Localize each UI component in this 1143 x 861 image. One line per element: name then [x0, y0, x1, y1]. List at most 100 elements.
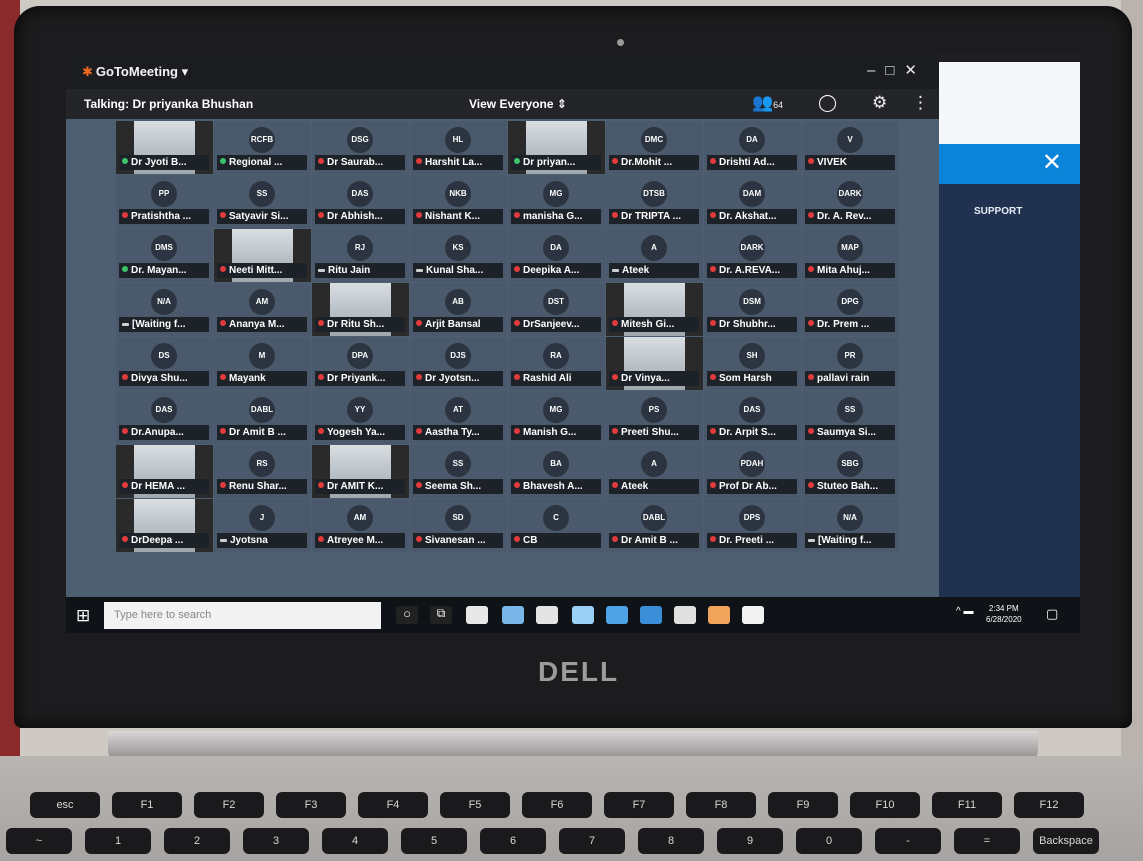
- participant-tile[interactable]: J Jyotsna: [214, 499, 311, 552]
- side-panel-close-icon[interactable]: ✕: [1042, 148, 1062, 177]
- participant-tile[interactable]: DABL Dr Amit B ...: [214, 391, 311, 444]
- participant-tile[interactable]: SS Satyavir Si...: [214, 175, 311, 228]
- participant-tile[interactable]: AM Atreyee M...: [312, 499, 409, 552]
- participant-tile[interactable]: DA Drishti Ad...: [704, 121, 801, 174]
- participant-avatar: DPA: [347, 343, 373, 369]
- participant-tile[interactable]: DMS Dr. Mayan...: [116, 229, 213, 282]
- task-view-icon[interactable]: ⧉: [430, 606, 452, 624]
- participant-tile[interactable]: Dr HEMA ...: [116, 445, 213, 498]
- cortana-icon[interactable]: ○: [396, 606, 418, 624]
- participant-tile[interactable]: Dr Jyoti B...: [116, 121, 213, 174]
- bag-icon[interactable]: [536, 606, 558, 624]
- participant-tile[interactable]: A Ateek: [606, 445, 703, 498]
- support-link[interactable]: SUPPORT: [974, 206, 1022, 217]
- participant-tile[interactable]: RS Renu Shar...: [214, 445, 311, 498]
- participant-tile[interactable]: DA Deepika A...: [508, 229, 605, 282]
- keyboard-key: 7: [559, 828, 625, 854]
- app-orange-icon[interactable]: [708, 606, 730, 624]
- participant-tile[interactable]: NKB Nishant K...: [410, 175, 507, 228]
- participant-tile[interactable]: SH Som Harsh: [704, 337, 801, 390]
- participant-tile[interactable]: MG manisha G...: [508, 175, 605, 228]
- maximize-icon[interactable]: □: [885, 62, 904, 79]
- participant-tile[interactable]: DARK Dr. A. Rev...: [802, 175, 899, 228]
- participant-tile[interactable]: DST DrSanjeev...: [508, 283, 605, 336]
- participant-tile[interactable]: RA Rashid Ali: [508, 337, 605, 390]
- participant-tile[interactable]: AB Arjit Bansal: [410, 283, 507, 336]
- participant-tile[interactable]: AT Aastha Ty...: [410, 391, 507, 444]
- close-icon[interactable]: ✕: [904, 62, 927, 79]
- participant-avatar: DABL: [641, 505, 667, 531]
- participant-tile[interactable]: PP Pratishtha ...: [116, 175, 213, 228]
- participant-tile[interactable]: DSG Dr Saurab...: [312, 121, 409, 174]
- taskbar-search-input[interactable]: Type here to search: [104, 602, 381, 629]
- participant-tile[interactable]: DPA Dr Priyank...: [312, 337, 409, 390]
- participant-tile[interactable]: DARK Dr. A.REVA...: [704, 229, 801, 282]
- participant-tile[interactable]: DAS Dr.Anupa...: [116, 391, 213, 444]
- participant-tile[interactable]: M Mayank: [214, 337, 311, 390]
- participant-tile[interactable]: DABL Dr Amit B ...: [606, 499, 703, 552]
- chat-icon[interactable]: ◯: [818, 93, 837, 113]
- attendees-button[interactable]: 👥64: [752, 93, 783, 113]
- notification-icon[interactable]: ▢: [1046, 606, 1068, 624]
- participant-tile[interactable]: MG Manish G...: [508, 391, 605, 444]
- store-icon[interactable]: [502, 606, 524, 624]
- participant-tile[interactable]: BA Bhavesh A...: [508, 445, 605, 498]
- participant-tile[interactable]: DAS Dr Abhish...: [312, 175, 409, 228]
- participant-tile[interactable]: HL Harshit La...: [410, 121, 507, 174]
- chrome-icon[interactable]: [674, 606, 696, 624]
- participant-tile[interactable]: RJ Ritu Jain: [312, 229, 409, 282]
- mail-icon[interactable]: [606, 606, 628, 624]
- participant-tile[interactable]: PS Preeti Shu...: [606, 391, 703, 444]
- participant-tile[interactable]: SS Seema Sh...: [410, 445, 507, 498]
- view-mode-label: View Everyone: [469, 97, 554, 111]
- view-mode-selector[interactable]: View Everyone ⇕: [469, 97, 567, 111]
- participant-tile[interactable]: DJS Dr Jyotsn...: [410, 337, 507, 390]
- participant-tile[interactable]: DPS Dr. Preeti ...: [704, 499, 801, 552]
- participant-tile[interactable]: RCFB Regional ...: [214, 121, 311, 174]
- participant-tile[interactable]: DAS Dr. Arpit S...: [704, 391, 801, 444]
- settings-gear-icon[interactable]: ⚙: [872, 93, 887, 113]
- participant-tile[interactable]: SS Saumya Si...: [802, 391, 899, 444]
- system-tray-icons[interactable]: ^ ▬: [956, 606, 976, 624]
- participant-tile[interactable]: MAP Mita Ahuj...: [802, 229, 899, 282]
- app-menu[interactable]: ✱ GoToMeeting ▾: [82, 64, 188, 80]
- participant-tile[interactable]: A Ateek: [606, 229, 703, 282]
- more-options-icon[interactable]: ⋮: [912, 93, 929, 113]
- participant-tile[interactable]: Mitesh Gi...: [606, 283, 703, 336]
- participant-grid: Dr Jyoti B... RCFB Regional ... DSG Dr Saura…: [116, 121, 899, 597]
- participant-tile[interactable]: AM Ananya M...: [214, 283, 311, 336]
- participant-tile[interactable]: DMC Dr.Mohit ...: [606, 121, 703, 174]
- participant-tile[interactable]: Dr priyan...: [508, 121, 605, 174]
- participant-tile[interactable]: PR pallavi rain: [802, 337, 899, 390]
- participant-tile[interactable]: YY Yogesh Ya...: [312, 391, 409, 444]
- participant-tile[interactable]: SBG Stuteo Bah...: [802, 445, 899, 498]
- participant-tile[interactable]: Neeti Mitt...: [214, 229, 311, 282]
- file-explorer-icon[interactable]: [466, 606, 488, 624]
- participant-tile[interactable]: DSM Dr Shubhr...: [704, 283, 801, 336]
- participant-tile[interactable]: Dr Ritu Sh...: [312, 283, 409, 336]
- windows-start-icon[interactable]: ⊞: [76, 606, 90, 626]
- participant-tile[interactable]: DrDeepa ...: [116, 499, 213, 552]
- participant-tile[interactable]: N/A [Waiting f...: [802, 499, 899, 552]
- participant-tile[interactable]: DTSB Dr TRIPTA ...: [606, 175, 703, 228]
- participant-tile[interactable]: PDAH Prof Dr Ab...: [704, 445, 801, 498]
- clock[interactable]: 2:34 PM 6/28/2020: [986, 603, 1022, 625]
- participant-nameplate: Jyotsna: [217, 533, 307, 548]
- participant-tile[interactable]: DS Divya Shu...: [116, 337, 213, 390]
- talking-indicator: Talking: Dr priyanka Bhushan: [84, 97, 254, 111]
- minimize-icon[interactable]: –: [867, 62, 885, 79]
- app-icon[interactable]: [572, 606, 594, 624]
- participant-tile[interactable]: Dr Vinya...: [606, 337, 703, 390]
- participant-tile[interactable]: DAM Dr. Akshat...: [704, 175, 801, 228]
- participant-tile[interactable]: N/A [Waiting f...: [116, 283, 213, 336]
- participant-tile[interactable]: C CB: [508, 499, 605, 552]
- participant-tile[interactable]: V VIVEK: [802, 121, 899, 174]
- app-light-icon[interactable]: [742, 606, 764, 624]
- participant-tile[interactable]: SD Sivanesan ...: [410, 499, 507, 552]
- edge-icon[interactable]: [640, 606, 662, 624]
- participant-tile[interactable]: KS Kunal Sha...: [410, 229, 507, 282]
- participant-name: Ananya M...: [229, 319, 285, 330]
- participant-avatar: DJS: [445, 343, 471, 369]
- participant-tile[interactable]: DPG Dr. Prem ...: [802, 283, 899, 336]
- participant-tile[interactable]: Dr AMIT K...: [312, 445, 409, 498]
